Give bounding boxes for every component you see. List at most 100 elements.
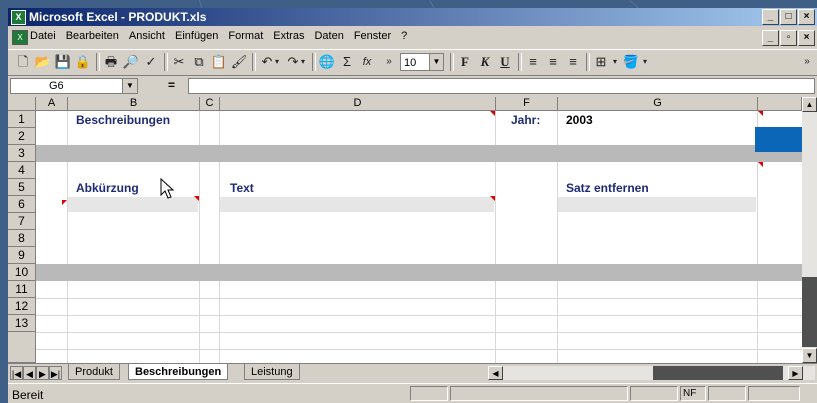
menu-ansicht[interactable]: Ansicht [129,30,165,42]
sheet-tab-beschreibungen[interactable]: Beschreibungen [128,364,229,380]
formula-input[interactable] [188,78,815,94]
permission-icon[interactable]: 🔒 [74,53,92,71]
scroll-right-icon[interactable]: ▶ [788,366,803,380]
row-header-12[interactable]: 12 [8,298,36,315]
horizontal-scrollbar[interactable]: ◀ ▶ [488,366,815,380]
row-header-11[interactable]: 11 [8,281,36,298]
row-header-5[interactable]: 5 [8,179,36,196]
row-header-6[interactable]: 6 [8,196,36,213]
maximize-button[interactable]: □ [780,9,797,25]
title-bar[interactable]: X Microsoft Excel - PRODUKT.xls _ □ × [8,8,817,26]
row-header-4[interactable]: 4 [8,162,36,179]
text-input[interactable] [220,197,494,212]
doc-restore-button[interactable]: ▫ [780,30,797,46]
hyperlink-globe-icon[interactable]: 🌐 [318,53,336,71]
cell-b5-abbreviation-header[interactable]: Abkürzung [76,181,139,195]
comment-indicator-icon[interactable] [194,196,199,201]
close-button[interactable]: × [798,9,815,25]
select-all-corner[interactable] [8,97,36,111]
vertical-scroll-thumb[interactable] [802,277,817,347]
underline-button[interactable]: U [496,53,514,71]
sheet-tab-leistung[interactable]: Leistung [244,364,300,380]
print-preview-icon[interactable]: 🔎 [122,53,140,71]
copy-icon[interactable]: ⧉ [190,53,208,71]
cell-d5-text-header[interactable]: Text [230,181,254,195]
chevron-down-icon[interactable]: ▼ [429,54,443,70]
row-header-7[interactable]: 7 [8,213,36,230]
remove-entry-input[interactable] [558,197,756,212]
menu-bearbeiten[interactable]: Bearbeiten [66,30,119,42]
menu-einfuegen[interactable]: Einfügen [175,30,218,42]
comment-indicator-icon[interactable] [758,162,763,167]
comment-indicator-icon[interactable] [490,111,495,116]
minimize-button[interactable]: _ [762,9,779,25]
align-left-icon[interactable]: ≡ [524,53,542,71]
abbreviation-input[interactable] [68,197,198,212]
open-folder-icon[interactable]: 📂 [34,53,52,71]
toolbar-overflow-icon[interactable]: » [380,53,398,71]
comment-indicator-icon[interactable] [490,196,495,201]
autosum-icon[interactable]: Σ [338,53,356,71]
cell-g5-remove-header[interactable]: Satz entfernen [566,181,649,195]
menu-help[interactable]: ? [401,30,407,42]
row-header-14[interactable] [8,332,36,363]
row-header-1[interactable]: 1 [8,111,36,128]
column-header-b[interactable]: B [68,97,200,111]
row-header-9[interactable]: 9 [8,247,36,264]
function-icon[interactable]: fx [358,53,376,71]
chevron-down-icon[interactable]: ▼ [122,79,137,93]
undo-dropdown-icon[interactable]: ▾ [272,53,282,71]
new-file-icon[interactable]: 🗋 [14,53,32,71]
first-sheet-icon[interactable]: |◀ [10,366,23,380]
name-box[interactable]: G6 ▼ [10,78,138,94]
column-header-a[interactable]: A [36,97,68,111]
scroll-down-icon[interactable]: ▼ [802,348,817,363]
cut-icon[interactable]: ✂ [170,53,188,71]
vertical-scrollbar[interactable]: ▲ ▼ [802,97,817,363]
excel-app-icon[interactable]: X [11,10,26,25]
comment-indicator-icon[interactable] [758,111,763,116]
action-button-blue[interactable] [755,127,802,152]
align-center-icon[interactable]: ≡ [544,53,562,71]
print-icon[interactable]: 🖶 [102,53,120,71]
scroll-left-icon[interactable]: ◀ [488,366,503,380]
menu-extras[interactable]: Extras [273,30,304,42]
row-header-2[interactable]: 2 [8,128,36,145]
column-header-h[interactable] [758,97,802,111]
spreadsheet-grid[interactable]: A B C D F G 1 2 3 4 5 6 7 8 9 10 11 12 1… [8,97,802,363]
cell-b1-heading[interactable]: Beschreibungen [76,113,170,127]
workbook-icon[interactable]: X [12,30,28,45]
column-header-d[interactable]: D [220,97,496,111]
align-right-icon[interactable]: ≡ [564,53,582,71]
column-header-c[interactable]: C [200,97,220,111]
fill-dropdown-icon[interactable]: ▾ [640,53,650,71]
comment-indicator-icon[interactable] [62,200,67,205]
italic-button[interactable]: K [476,53,494,71]
menu-fenster[interactable]: Fenster [354,30,391,42]
previous-sheet-icon[interactable]: ◀ [23,366,36,380]
cell-g1-year-value[interactable]: 2003 [566,113,593,127]
format-painter-icon[interactable]: 🖌 [230,53,248,71]
doc-close-button[interactable]: × [798,30,815,46]
row-header-10[interactable]: 10 [8,264,36,281]
borders-dropdown-icon[interactable]: ▾ [610,53,620,71]
font-size-select[interactable]: 10 ▼ [400,53,444,71]
menu-datei[interactable]: Datei [30,30,56,42]
column-header-f[interactable]: F [496,97,558,111]
spellcheck-icon[interactable]: ✓ [142,53,160,71]
next-sheet-icon[interactable]: ▶ [36,366,49,380]
toolbar-overflow-icon[interactable]: » [798,53,816,71]
last-sheet-icon[interactable]: ▶| [49,366,62,380]
row-header-3[interactable]: 3 [8,145,36,162]
row-header-13[interactable]: 13 [8,315,36,332]
menu-format[interactable]: Format [228,30,263,42]
borders-icon[interactable]: ⊞ [592,53,610,71]
save-icon[interactable]: 💾 [54,53,72,71]
menu-daten[interactable]: Daten [314,30,343,42]
formula-equals-sign[interactable]: = [168,78,175,92]
bold-button[interactable]: F [456,53,474,71]
horizontal-scroll-thumb[interactable] [653,366,783,380]
sheet-tab-produkt[interactable]: Produkt [68,364,120,380]
doc-minimize-button[interactable]: _ [762,30,779,46]
redo-dropdown-icon[interactable]: ▾ [298,53,308,71]
